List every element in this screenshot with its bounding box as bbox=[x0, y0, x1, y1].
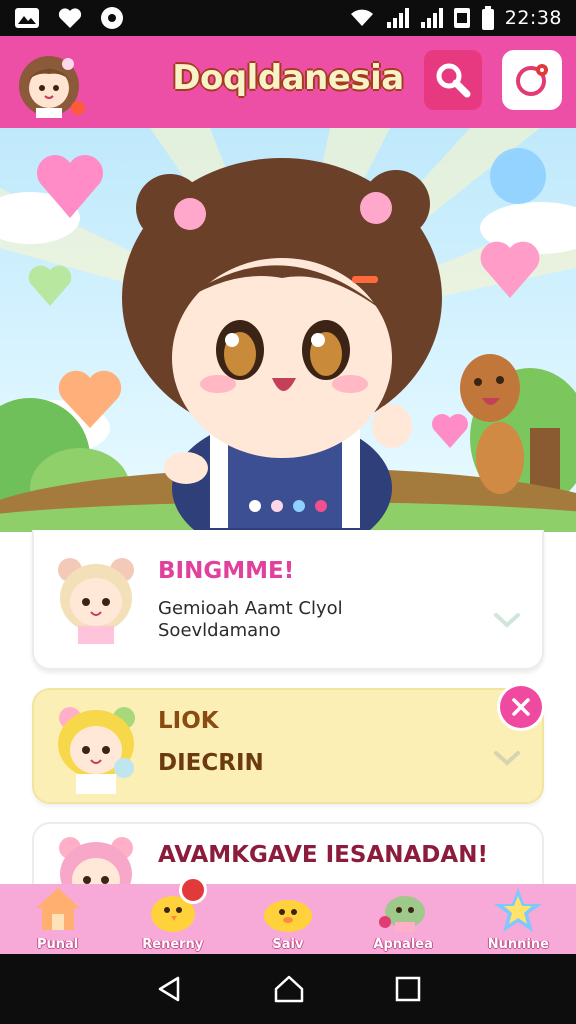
back-icon[interactable] bbox=[154, 974, 184, 1004]
heart-icon bbox=[58, 8, 82, 28]
close-icon bbox=[512, 698, 530, 716]
nav-label: Punal bbox=[36, 937, 79, 952]
card-description: Soevldamano bbox=[158, 620, 281, 641]
blonde-girl-avatar-icon bbox=[58, 707, 135, 794]
carousel-dot[interactable] bbox=[293, 500, 305, 512]
system-navigation-bar bbox=[0, 954, 576, 1024]
nav-item-renerny[interactable]: Renerny bbox=[115, 876, 230, 954]
carousel-dot-active[interactable] bbox=[315, 500, 327, 512]
list-card-highlighted[interactable]: LIOK DIECRIN bbox=[32, 686, 544, 804]
wifi-icon bbox=[350, 9, 373, 26]
battery-icon bbox=[481, 6, 494, 30]
chevron-down-icon[interactable] bbox=[492, 610, 522, 630]
nav-label: Apnalea bbox=[373, 937, 433, 952]
card-title: LIOK bbox=[158, 708, 219, 734]
nav-item-punal[interactable]: Punal bbox=[0, 884, 115, 954]
hero-banner[interactable] bbox=[0, 128, 576, 532]
nav-label: Nunnine bbox=[487, 937, 549, 952]
close-button[interactable] bbox=[500, 686, 542, 728]
card-title: BINGMME! bbox=[158, 558, 295, 584]
creature-icon bbox=[379, 896, 426, 932]
nav-label: Renerny bbox=[142, 937, 204, 952]
carousel-dots[interactable] bbox=[0, 500, 576, 512]
notification-icon bbox=[516, 64, 548, 96]
carousel-dot[interactable] bbox=[249, 500, 261, 512]
app-bar: Doqldanesia bbox=[0, 36, 576, 128]
home-nav-icon[interactable] bbox=[273, 974, 305, 1004]
search-button[interactable] bbox=[424, 50, 482, 110]
list-card[interactable]: BINGMME! Gemioah Aamt Clyol Soevldamano bbox=[32, 530, 544, 670]
nav-item-saiv[interactable]: Saiv bbox=[230, 884, 345, 954]
app-title: Doqldanesia bbox=[172, 58, 404, 98]
notification-badge bbox=[179, 876, 208, 904]
nav-item-apnalea[interactable]: Apnalea bbox=[346, 884, 461, 954]
nav-label: Saiv bbox=[272, 937, 304, 952]
home-icon bbox=[35, 888, 80, 930]
card-description: Gemioah Aamt Clyol bbox=[158, 598, 343, 619]
bear-girl-avatar-icon bbox=[58, 558, 134, 644]
nav-item-nunnine[interactable]: Nunnine bbox=[461, 884, 576, 954]
hero-illustration bbox=[0, 128, 576, 532]
image-icon bbox=[15, 8, 39, 28]
status-bar: 22:38 bbox=[0, 0, 576, 36]
recents-icon[interactable] bbox=[394, 975, 422, 1003]
signal-icon bbox=[386, 8, 409, 28]
settings-badge-icon bbox=[101, 7, 123, 29]
search-icon bbox=[436, 63, 471, 98]
status-time: 22:38 bbox=[504, 7, 562, 29]
signal-icon bbox=[420, 8, 443, 28]
card-subtitle: DIECRIN bbox=[158, 750, 264, 776]
sim-icon bbox=[453, 8, 470, 28]
bottom-navigation: Punal Renerny Saiv Apnalea Nunnine bbox=[0, 876, 576, 954]
notification-button[interactable] bbox=[502, 50, 562, 110]
star-icon bbox=[494, 888, 543, 932]
list-card[interactable]: AVAMKGAVE IESANADAN! bbox=[32, 822, 544, 906]
chevron-down-icon[interactable] bbox=[492, 748, 522, 768]
card-title: AVAMKGAVE IESANADAN! bbox=[158, 842, 488, 868]
carousel-dot[interactable] bbox=[271, 500, 283, 512]
duck-icon bbox=[263, 900, 312, 932]
